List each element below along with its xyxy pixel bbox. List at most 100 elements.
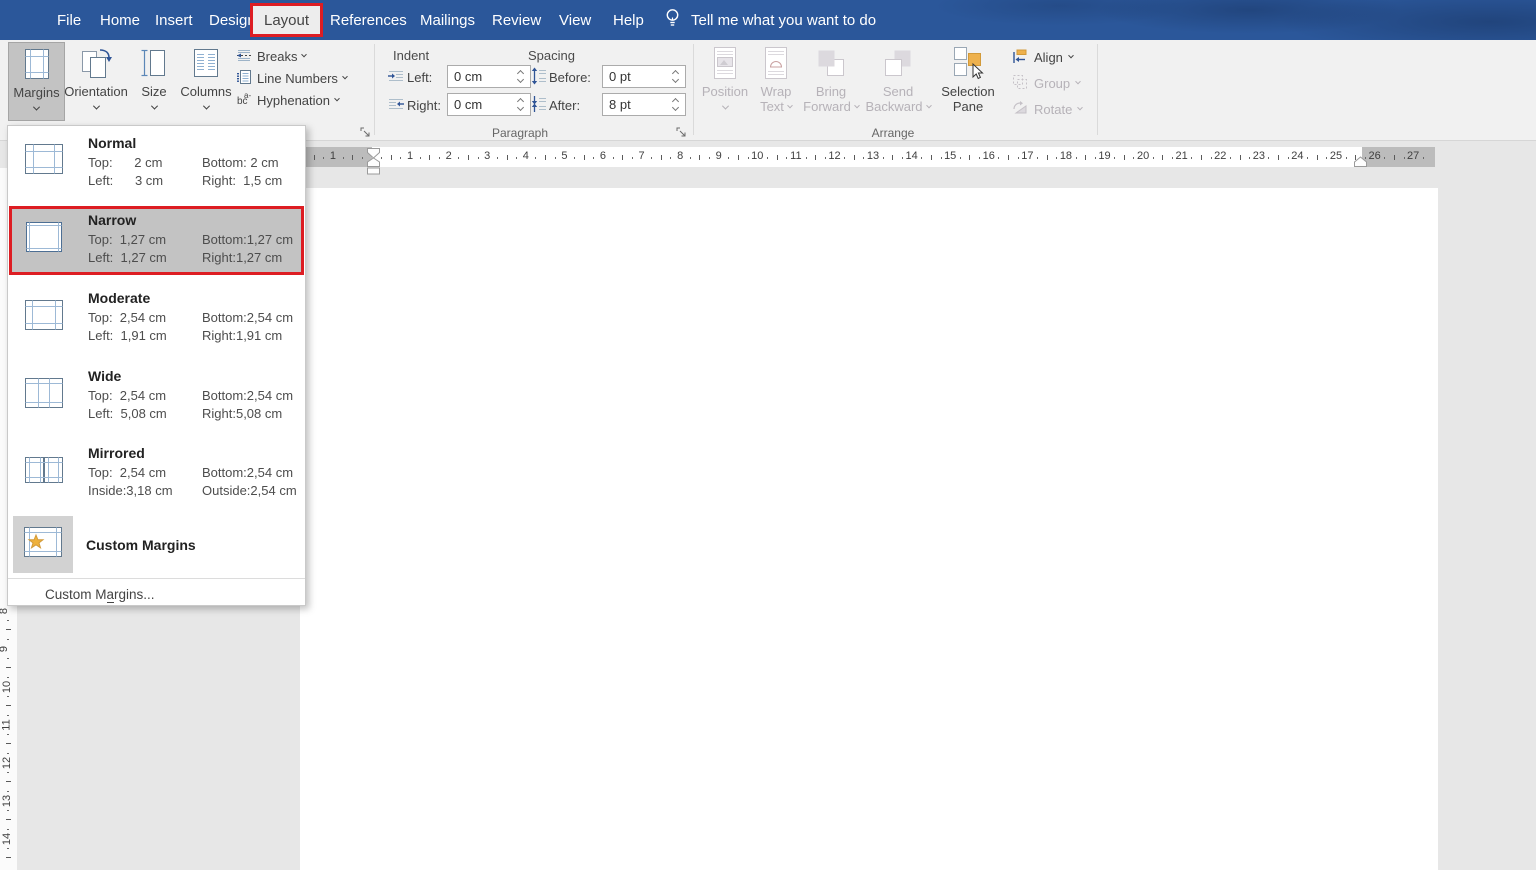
h-ruler-tick — [728, 157, 729, 159]
spacing-before-value[interactable] — [603, 66, 669, 87]
columns-button[interactable]: Columns — [179, 42, 233, 122]
size-label: Size — [141, 84, 166, 99]
indent-left-input[interactable] — [447, 65, 531, 88]
v-ruler-tick — [7, 677, 9, 678]
v-ruler-tick — [7, 810, 9, 811]
spinner[interactable] — [670, 94, 682, 115]
paragraph-dialog-launcher[interactable] — [676, 126, 688, 138]
tab-references[interactable]: References — [330, 0, 407, 40]
word-window: File Home Insert Design Layout Reference… — [0, 0, 1536, 870]
spacing-before-input[interactable] — [602, 65, 686, 88]
tell-me-box[interactable]: Tell me what you want to do — [664, 0, 876, 40]
send-backward-button: Send Backward — [864, 42, 932, 122]
h-ruler-tick — [786, 157, 787, 159]
group-label: Group — [1034, 76, 1070, 91]
custom-margins-tile[interactable] — [13, 516, 73, 573]
paragraph-group-label: Paragraph — [440, 126, 600, 140]
spacing-after-value[interactable] — [603, 94, 669, 115]
spacing-after-input[interactable] — [602, 93, 686, 116]
indent-left-value[interactable] — [448, 66, 514, 87]
margin-value: Bottom:2,54 cm — [202, 465, 293, 480]
margins-option-narrow-selected[interactable]: Narrow Top: 1,27 cm Bottom:1,27 cm Left:… — [10, 209, 303, 273]
left-indent-marker[interactable] — [366, 162, 381, 180]
indent-right-value[interactable] — [448, 94, 514, 115]
v-ruler-tick — [7, 848, 9, 849]
size-icon — [141, 42, 167, 84]
v-ruler-tick — [7, 791, 9, 792]
custom-margins-item-title[interactable]: Custom Margins — [86, 537, 196, 553]
h-ruler-tick — [998, 157, 999, 159]
h-ruler-tick — [458, 157, 459, 159]
page-setup-dialog-launcher[interactable] — [360, 126, 372, 138]
align-button[interactable]: Align — [1012, 47, 1073, 67]
tab-home[interactable]: Home — [100, 0, 140, 40]
tab-review[interactable]: Review — [492, 0, 541, 40]
margin-value: Left: 1,27 cm — [88, 250, 167, 265]
h-ruler-tick — [1317, 155, 1318, 160]
document-page[interactable] — [300, 188, 1438, 870]
h-ruler-number: 23 — [1253, 150, 1265, 162]
h-ruler-tick — [1133, 157, 1134, 159]
custom-margins-command[interactable]: Custom Margins... — [45, 587, 155, 602]
tab-design[interactable]: Design — [209, 0, 256, 40]
spinner[interactable] — [670, 66, 682, 87]
margins-option-moderate[interactable]: Moderate Top: 2,54 cm Bottom:2,54 cm Lef… — [10, 284, 303, 358]
h-ruler-tick — [806, 157, 807, 159]
chevron-down-icon — [334, 96, 340, 102]
h-ruler-tick — [1211, 157, 1212, 159]
h-ruler-number: 4 — [523, 150, 529, 162]
tab-insert[interactable]: Insert — [155, 0, 193, 40]
h-ruler-tick — [478, 157, 479, 159]
h-ruler-tick — [777, 155, 778, 160]
rotate-button: Rotate — [1012, 99, 1082, 119]
margin-option-title: Wide — [88, 368, 121, 384]
v-ruler-tick — [7, 620, 9, 621]
breaks-button[interactable]: Breaks — [236, 46, 306, 66]
selection-pane-button[interactable]: Selection Pane — [936, 42, 1000, 122]
h-ruler-tick — [1240, 155, 1241, 160]
h-ruler-number: 8 — [677, 150, 683, 162]
margins-button[interactable]: Margins — [8, 42, 65, 121]
chevron-down-icon — [92, 103, 99, 110]
h-ruler-tick — [1095, 157, 1096, 159]
h-ruler-number: 9 — [716, 150, 722, 162]
line-numbers-button[interactable]: Line Numbers — [236, 68, 347, 88]
v-ruler-tick — [7, 753, 9, 754]
h-ruler-tick — [1056, 157, 1057, 159]
margins-option-mirrored[interactable]: Mirrored Top: 2,54 cm Bottom:2,54 cm Ins… — [10, 440, 303, 514]
chevron-down-icon — [1068, 53, 1074, 59]
margin-value: Inside:3,18 cm — [88, 483, 173, 498]
hyphenation-button[interactable]: bc a- Hyphenation — [236, 90, 339, 110]
h-ruler-number: 13 — [867, 150, 879, 162]
tab-view[interactable]: View — [559, 0, 591, 40]
indent-right-icon — [388, 98, 404, 117]
send-backward-icon — [883, 42, 913, 84]
rotate-label: Rotate — [1034, 102, 1072, 117]
orientation-button[interactable]: Orientation — [66, 42, 126, 122]
tab-mailings[interactable]: Mailings — [420, 0, 475, 40]
size-button[interactable]: Size — [131, 42, 177, 122]
spinner[interactable] — [515, 66, 527, 87]
tab-help[interactable]: Help — [613, 0, 644, 40]
indent-right-input[interactable] — [447, 93, 531, 116]
h-ruler-number: 7 — [638, 150, 644, 162]
h-ruler-number: 11 — [790, 150, 801, 162]
margins-option-normal[interactable]: Normal Top: 2 cm Bottom: 2 cm Left: 3 cm… — [10, 129, 303, 203]
v-ruler-number: 11 — [1, 719, 13, 730]
margins-option-wide[interactable]: Wide Top: 2,54 cm Bottom:2,54 cm Left: 5… — [10, 362, 303, 436]
h-ruler-tick — [941, 157, 942, 159]
chevron-down-icon — [342, 74, 348, 80]
v-ruler-tick — [6, 629, 11, 630]
chevron-down-icon — [202, 103, 209, 110]
spinner[interactable] — [515, 94, 527, 115]
h-ruler-number: 14 — [905, 150, 917, 162]
h-ruler-number: 27 — [1407, 150, 1419, 162]
h-ruler-tick — [1124, 155, 1125, 160]
h-ruler-tick — [969, 155, 970, 160]
ribbon-tab-bar: File Home Insert Design Layout Reference… — [0, 0, 1536, 40]
tab-layout-active[interactable]: Layout — [250, 3, 323, 37]
selection-pane-label-2: Pane — [953, 99, 983, 114]
tab-file[interactable]: File — [57, 0, 81, 40]
margin-preset-icon — [24, 299, 64, 336]
h-ruler-number: 26 — [1368, 150, 1380, 162]
